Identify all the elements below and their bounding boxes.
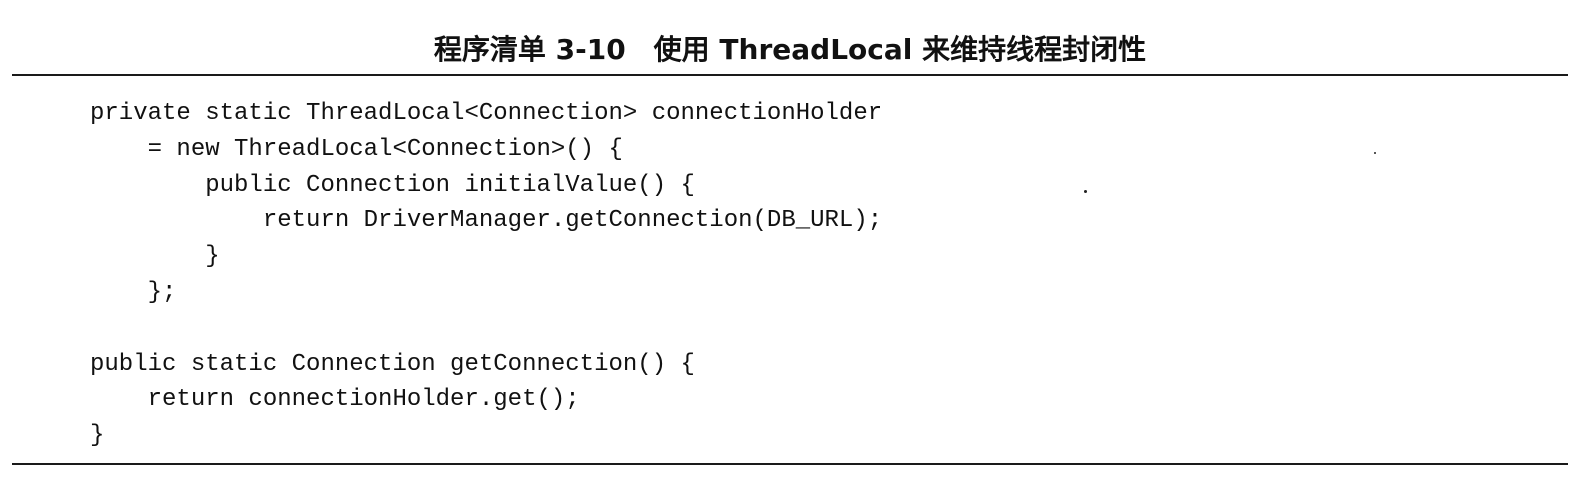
- code-line: return connectionHolder.get();: [90, 386, 580, 414]
- code-line: };: [90, 278, 177, 306]
- code-line: public Connection initialValue() {: [90, 171, 695, 199]
- bottom-rule: [12, 463, 1568, 465]
- code-line: private static ThreadLocal<Connection> c…: [90, 100, 883, 127]
- code-block: private static ThreadLocal<Connection> c…: [90, 96, 1490, 454]
- listing-title: 程序清单 3-10 使用 ThreadLocal 来维持线程封闭性: [433, 33, 1147, 66]
- scan-speck: [1374, 152, 1376, 154]
- code-line: return DriverManager.getConnection(DB_UR…: [90, 207, 883, 235]
- top-rule: [12, 74, 1568, 76]
- code-line: public static Connection getConnection()…: [90, 350, 695, 378]
- scan-speck: [1084, 190, 1087, 193]
- code-line: }: [90, 243, 220, 271]
- code-line: = new ThreadLocal<Connection>() {: [90, 135, 623, 163]
- code-line: }: [90, 422, 105, 450]
